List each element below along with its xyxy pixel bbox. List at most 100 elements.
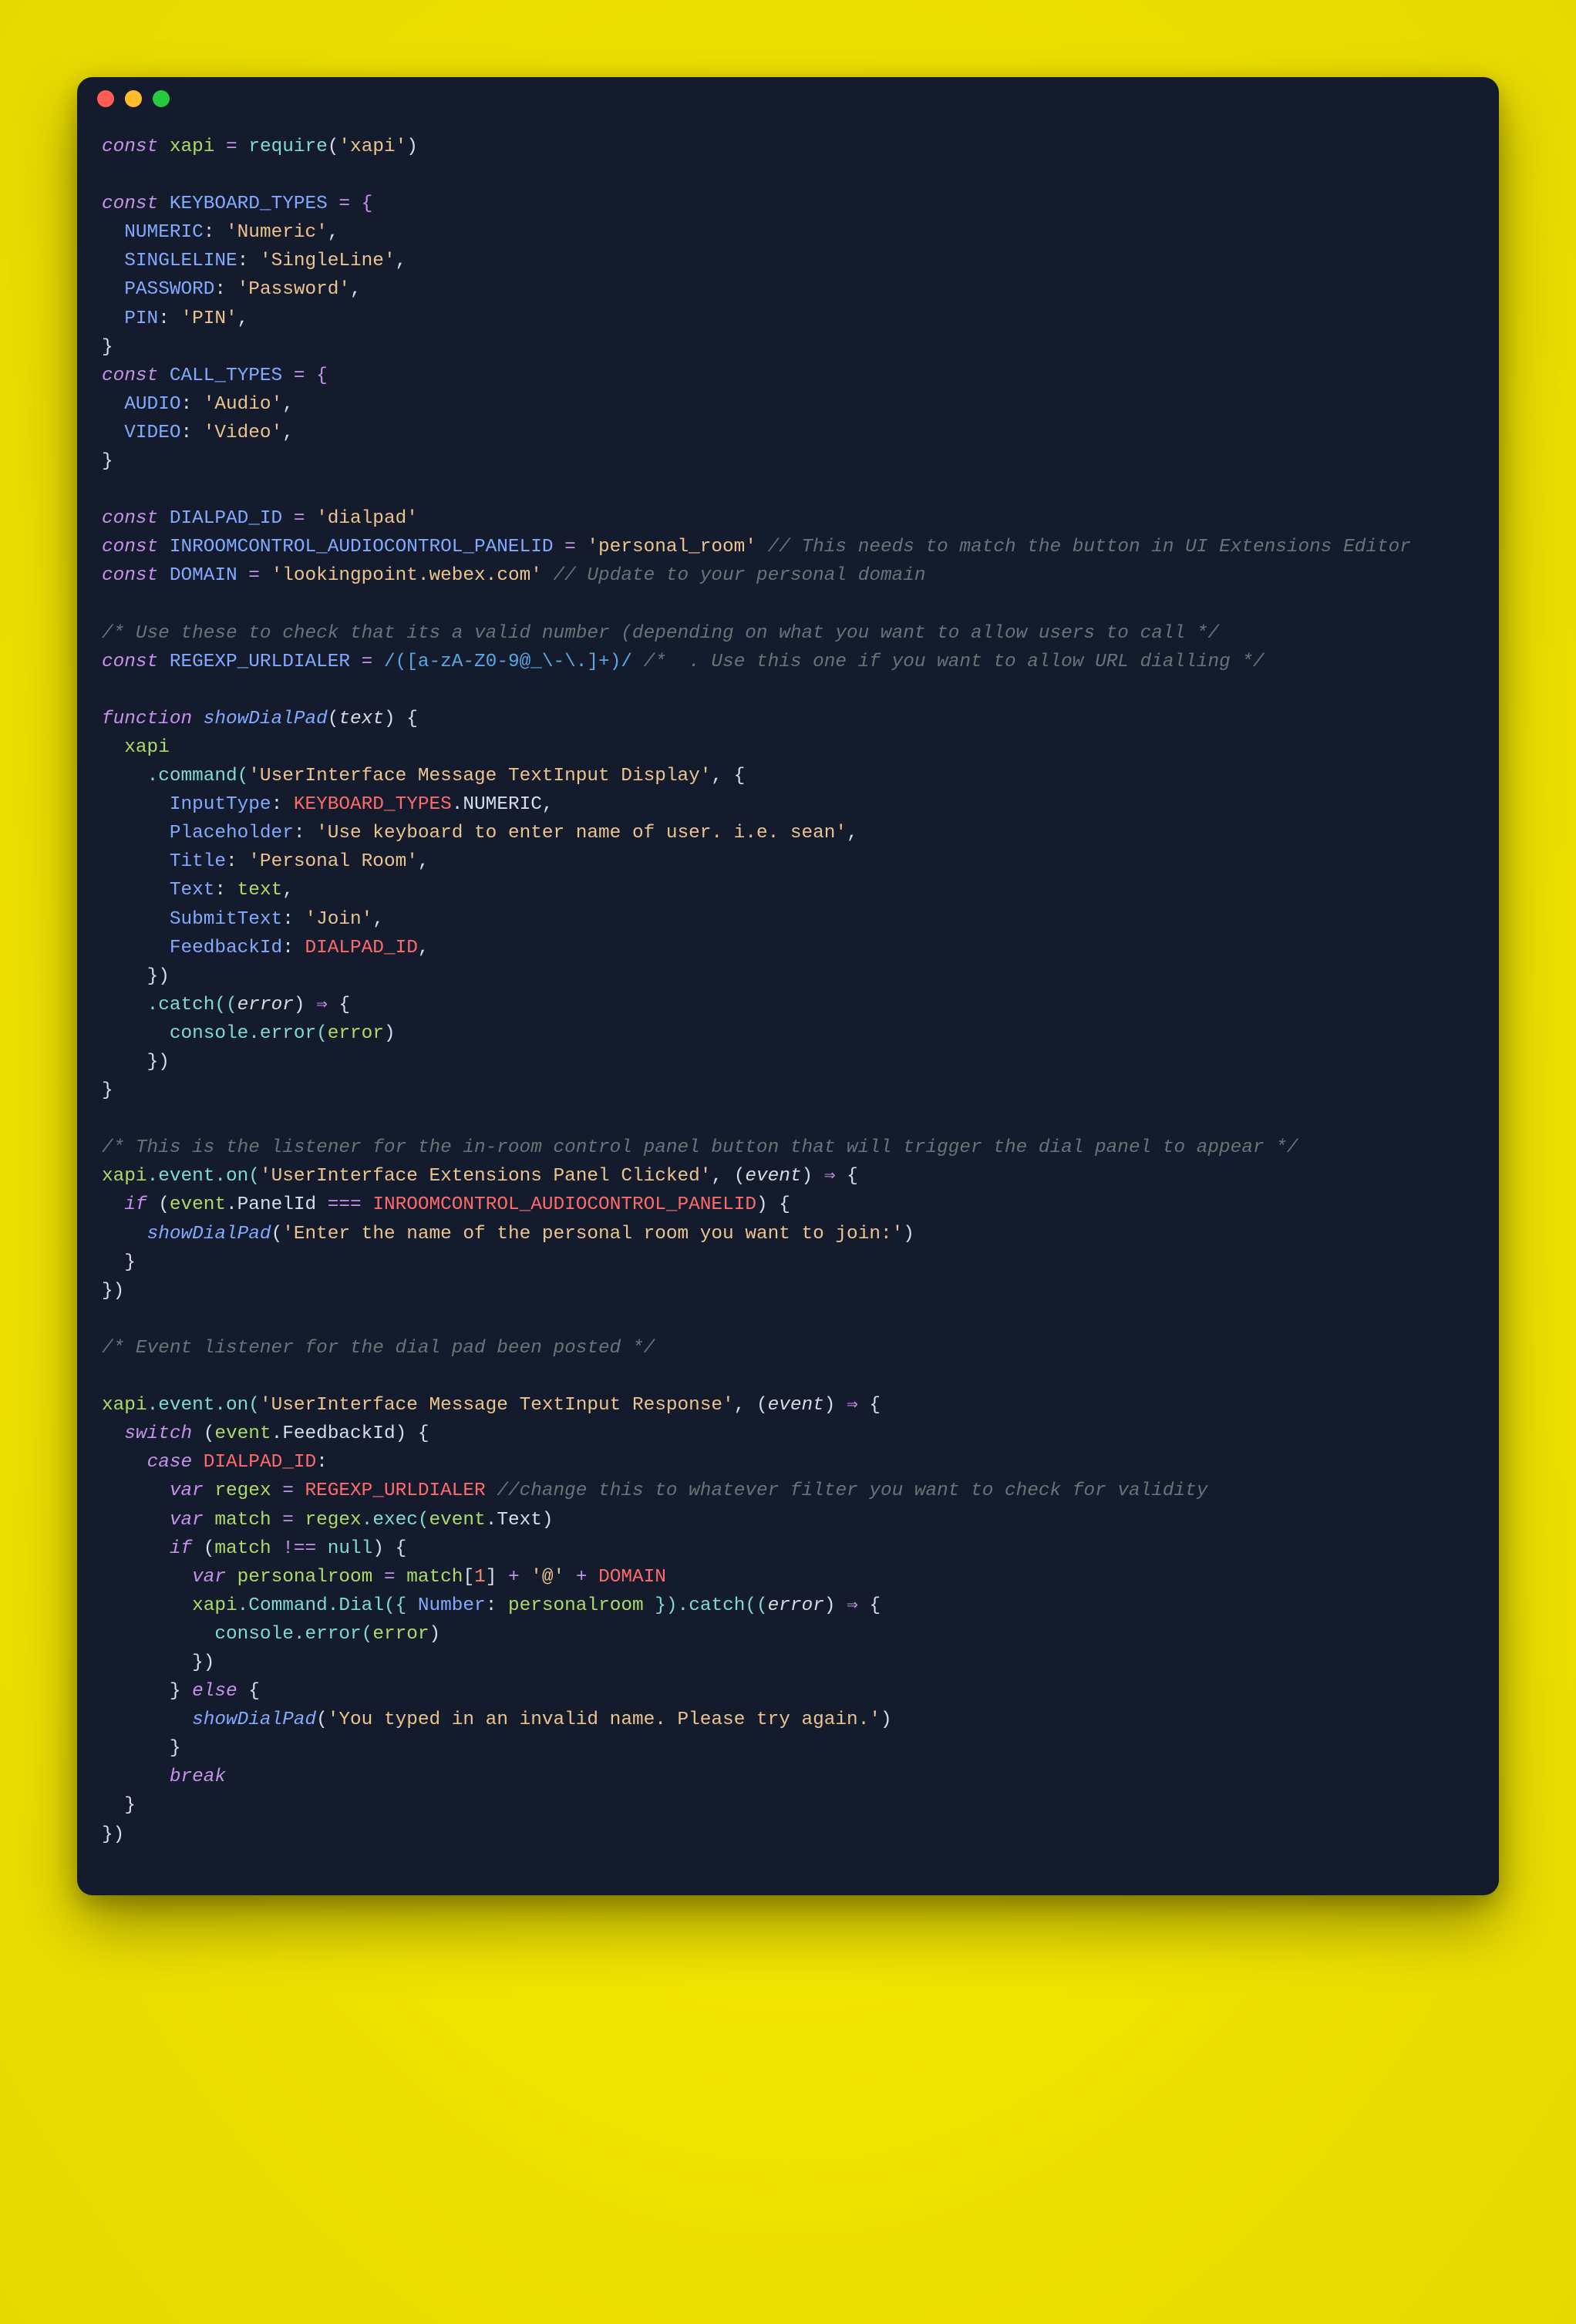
def-panelid: INROOMCONTROL_AUDIOCONTROL_PANELID	[170, 537, 554, 557]
val-video: 'Video'	[204, 423, 282, 443]
comma-brace: , {	[711, 766, 745, 786]
op-eq: =	[372, 1567, 406, 1588]
method-catch: }).catch((	[644, 1595, 768, 1616]
call-showdialpad: showDialPad	[147, 1224, 271, 1245]
op-eq: =	[214, 136, 248, 157]
op-eqeq: ===	[328, 1194, 362, 1215]
method-event-on: .event.on(	[147, 1395, 260, 1416]
ident-event: event	[429, 1510, 486, 1531]
keyword-else: else	[192, 1681, 237, 1702]
window-zoom-dot[interactable]	[153, 90, 170, 107]
key-password: PASSWORD	[124, 279, 214, 300]
keyword-const: const	[102, 508, 158, 529]
paren-brace: ) {	[756, 1194, 790, 1215]
param-error: error	[237, 995, 294, 1015]
str-at: '@'	[520, 1567, 576, 1588]
val-domain: 'lookingpoint.webex.com'	[271, 565, 542, 586]
arrow: ⇒	[847, 1395, 858, 1416]
method-error: .error(	[248, 1023, 327, 1044]
bracket: [	[463, 1567, 474, 1588]
paren: )	[824, 1395, 847, 1416]
key-placeholder: Placeholder	[170, 823, 294, 844]
key-pin: PIN	[124, 308, 158, 329]
val-singleline: 'SingleLine'	[260, 251, 396, 271]
keyword-if: if	[170, 1538, 192, 1559]
op-eq: =	[350, 652, 384, 672]
ident-match: match	[406, 1567, 463, 1588]
op-plus: +	[576, 1567, 588, 1588]
param-text: text	[338, 709, 384, 729]
dot-text: .Text)	[486, 1510, 554, 1531]
colon: :	[316, 1452, 328, 1473]
call-showdialpad: showDialPad	[192, 1709, 316, 1730]
op-eq-brace: = {	[328, 194, 373, 214]
colon: :	[486, 1595, 508, 1616]
method-command: .command(	[147, 766, 249, 786]
val-audio: 'Audio'	[204, 394, 282, 415]
window-close-dot[interactable]	[97, 90, 114, 107]
brace-close: }	[124, 1795, 136, 1816]
paren: )	[294, 995, 316, 1015]
ident-xapi: xapi	[192, 1595, 237, 1616]
def-domain: DOMAIN	[170, 565, 237, 586]
op-eq-brace: = {	[282, 365, 328, 386]
val-panelid: 'personal_room'	[587, 537, 756, 557]
comment-listener: /* This is the listener for the in-room …	[102, 1137, 1298, 1158]
param-event: event	[768, 1395, 824, 1416]
dot-feedbackid: .FeedbackId) {	[271, 1423, 429, 1444]
op-plus: +	[508, 1567, 520, 1588]
key-video: VIDEO	[124, 423, 180, 443]
paren: (	[316, 1709, 328, 1730]
str-textinput-response: 'UserInterface Message TextInput Respons…	[260, 1395, 734, 1416]
method-event-on: .event.on(	[147, 1166, 260, 1187]
brace-close: }	[170, 1738, 181, 1759]
ident-error: error	[372, 1624, 429, 1645]
paren: (	[147, 1194, 170, 1215]
key-number: Number	[418, 1595, 486, 1616]
keyword-var: var	[192, 1567, 226, 1588]
regex-literal: /([a-zA-Z0-9@_\-\.]+)/	[384, 652, 632, 672]
keyword-break: break	[170, 1767, 226, 1787]
brace: {	[237, 1681, 260, 1702]
const-regexp: REGEXP_URLDIALER	[305, 1480, 486, 1501]
val-dialpad: 'dialpad'	[316, 508, 418, 529]
paren: )	[384, 1023, 396, 1044]
arrow: ⇒	[824, 1166, 836, 1187]
comma-paren: , (	[734, 1395, 768, 1416]
key-text: Text	[170, 880, 215, 901]
ident-personalroom: personalroom	[508, 1595, 644, 1616]
key-inputtype: InputType	[170, 794, 271, 815]
ident-xapi: xapi	[102, 1395, 147, 1416]
comment-domain: // Update to your personal domain	[542, 565, 926, 586]
const-dialpad-id: DIALPAD_ID	[305, 938, 417, 958]
keyword-const: const	[102, 365, 158, 386]
code-block: const xapi = require('xapi') const KEYBO…	[77, 120, 1499, 1895]
paren: (	[192, 1538, 214, 1559]
op-eq: =	[271, 1480, 305, 1501]
op-eq: =	[553, 537, 587, 557]
def-keyboard-types: KEYBOARD_TYPES	[170, 194, 328, 214]
const-domain: DOMAIN	[587, 1567, 665, 1588]
str-panel-clicked: 'UserInterface Extensions Panel Clicked'	[260, 1166, 711, 1187]
const-dialpad-id: DIALPAD_ID	[192, 1452, 316, 1473]
op-eq: =	[237, 565, 271, 586]
val-title: 'Personal Room'	[248, 851, 418, 872]
keyword-const: const	[102, 194, 158, 214]
window-minimize-dot[interactable]	[125, 90, 142, 107]
brace-close: }	[102, 337, 113, 358]
ident-regex: regex	[214, 1480, 271, 1501]
paren: )	[406, 136, 418, 157]
brace-paren-close: })	[147, 966, 170, 987]
val-password: 'Password'	[237, 279, 350, 300]
comment-valid: /* Use these to check that its a valid n…	[102, 623, 1219, 644]
fn-require: require	[248, 136, 327, 157]
window-titlebar	[77, 77, 1499, 120]
ident-console: console	[214, 1624, 293, 1645]
paren: (	[192, 1423, 214, 1444]
const-keyboard-types: KEYBOARD_TYPES	[294, 794, 452, 815]
ident-personalroom: personalroom	[237, 1567, 373, 1588]
ident-console: console	[170, 1023, 248, 1044]
arrow: ⇒	[847, 1595, 858, 1616]
ident-regex: regex	[305, 1510, 362, 1531]
brace-paren-close: })	[192, 1652, 214, 1673]
